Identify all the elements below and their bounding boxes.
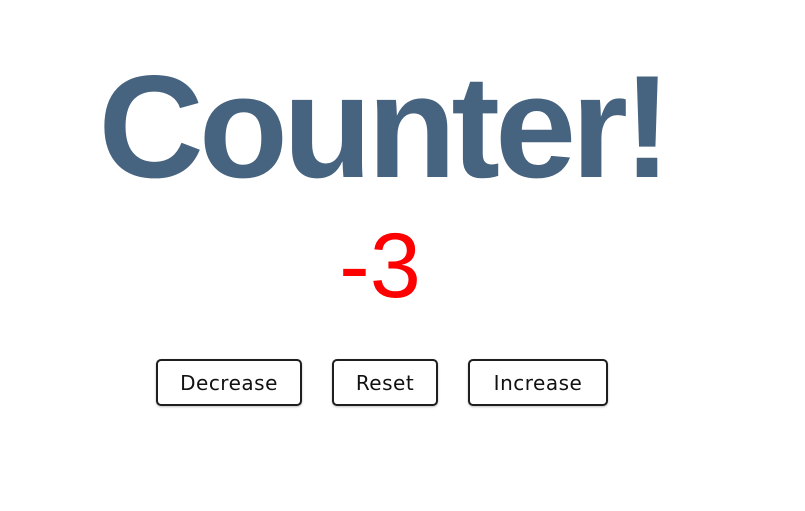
counter-value: -3 — [339, 215, 421, 317]
decrease-button[interactable]: Decrease — [156, 359, 302, 406]
reset-button[interactable]: Reset — [332, 359, 438, 406]
counter-app: Counter! -3 Decrease Reset Increase — [0, 0, 805, 511]
page-title: Counter! — [98, 45, 671, 208]
increase-button[interactable]: Increase — [468, 359, 608, 406]
counter-controls: Decrease Reset Increase — [0, 359, 805, 407]
